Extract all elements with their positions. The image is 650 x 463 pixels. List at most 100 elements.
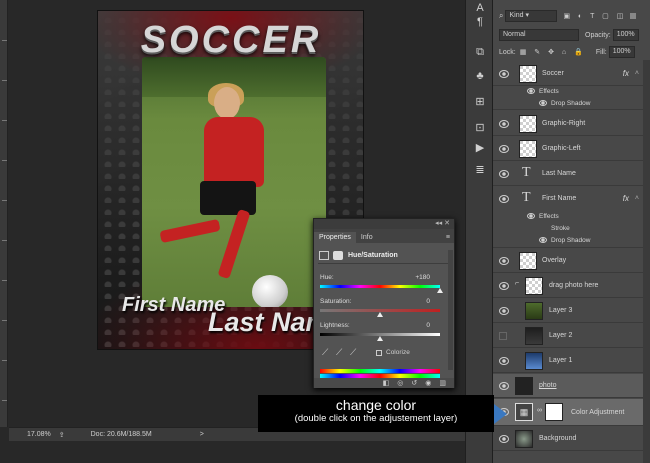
- panel-collapse-controls[interactable]: ◂◂ ✕: [314, 219, 454, 229]
- grid-icon[interactable]: ⊞: [472, 94, 488, 110]
- visibility-icon[interactable]: ◉: [425, 379, 431, 387]
- search-icon: ⌕: [499, 11, 504, 20]
- callout-title: change color: [335, 397, 417, 413]
- callout-subtitle: (double click on the adjustement layer): [294, 413, 458, 424]
- colorize-checkbox[interactable]: [376, 350, 382, 356]
- filter-icons[interactable]: ▣ ◐ T ▢ ◫: [563, 12, 626, 20]
- share-icon[interactable]: ⇪: [59, 431, 65, 439]
- hue-saturation-adjustment-icon[interactable]: ▦: [515, 403, 533, 421]
- eye-icon[interactable]: [499, 307, 509, 315]
- saturation-value[interactable]: 0: [426, 298, 430, 305]
- eye-icon[interactable]: [539, 100, 547, 106]
- drop-shadow-effect[interactable]: Drop Shadow: [493, 235, 643, 248]
- layer-graphic-right[interactable]: Graphic-Right: [493, 112, 643, 136]
- panel-menu-icon[interactable]: ≡: [441, 232, 454, 243]
- hidden-visibility-box[interactable]: [499, 332, 507, 340]
- hue-value[interactable]: +180: [415, 274, 430, 281]
- layer-2[interactable]: Layer 2: [493, 324, 643, 348]
- eye-icon[interactable]: [499, 170, 509, 178]
- drop-shadow-effect[interactable]: Drop Shadow: [493, 98, 643, 110]
- colorize-label: Colorize: [386, 349, 410, 356]
- soccer-photo: [142, 57, 326, 307]
- eye-icon[interactable]: [527, 213, 535, 219]
- adjustment-title: Hue/Saturation: [348, 252, 398, 259]
- soccer-title: SOCCER: [140, 19, 322, 61]
- layer-first-name[interactable]: T First Name fx ˄: [493, 187, 643, 211]
- eye-icon[interactable]: [499, 195, 509, 203]
- saturation-slider-thumb[interactable]: [377, 312, 383, 317]
- lock-icons[interactable]: ▦ ✎ ✥ ⌂ 🔒: [520, 48, 586, 56]
- layer-graphic-left[interactable]: Graphic-Left: [493, 137, 643, 161]
- eye-icon[interactable]: [499, 382, 509, 390]
- properties-scrollbar[interactable]: [448, 250, 453, 370]
- fill-input[interactable]: 100%: [608, 46, 635, 58]
- trash-icon[interactable]: ▥: [439, 379, 446, 387]
- kind-filter-select[interactable]: Kind ▾: [505, 10, 558, 22]
- properties-panel: ◂◂ ✕ Properties Info ≡ Hue/Saturation Hu…: [313, 218, 455, 388]
- layer-soccer[interactable]: Soccer fx ˄: [493, 62, 643, 86]
- eye-icon[interactable]: [499, 70, 509, 78]
- link-icon: ∞: [537, 407, 542, 414]
- lightness-value[interactable]: 0: [426, 322, 430, 329]
- play-actions-icon[interactable]: ▶: [472, 140, 488, 156]
- layers-panel: ⌕ Kind ▾ ▣ ◐ T ▢ ◫ Normal Opacity: 100% …: [493, 0, 650, 463]
- layer-1[interactable]: Layer 1: [493, 349, 643, 373]
- layer-photo[interactable]: photo: [493, 374, 643, 398]
- eye-icon[interactable]: [539, 237, 547, 243]
- lightness-label: Lightness:: [320, 322, 350, 329]
- color-spectrum-bar: [320, 369, 440, 373]
- layer-color-adjustment[interactable]: ▦ ∞ Color Adjustment: [493, 399, 643, 426]
- document-window: SOCCER First Name Last Nam ◂◂ ✕ Properti…: [0, 0, 465, 463]
- lightness-slider-thumb[interactable]: [377, 336, 383, 341]
- zoom-level[interactable]: 17.08%: [27, 431, 51, 438]
- paragraph-panel-icon[interactable]: ¶: [472, 14, 488, 30]
- eyedropper-minus-icon[interactable]: ⟋: [350, 347, 356, 358]
- callout-arrow: [494, 404, 507, 424]
- doc-size[interactable]: Doc: 20.6M/188.5M: [91, 431, 152, 438]
- layer-last-name[interactable]: T Last Name: [493, 162, 643, 186]
- tab-info[interactable]: Info: [356, 232, 378, 243]
- eye-icon[interactable]: [499, 282, 509, 290]
- layer-mask-thumbnail[interactable]: [545, 403, 563, 421]
- reset-icon[interactable]: ↺: [411, 379, 417, 387]
- eye-icon[interactable]: [499, 357, 509, 365]
- hue-label: Hue:: [320, 274, 334, 281]
- chevron-up-icon[interactable]: ˄: [635, 70, 639, 77]
- last-name-text: Last Nam: [208, 307, 330, 337]
- eye-icon[interactable]: [527, 88, 535, 94]
- brush-presets-icon[interactable]: ♣: [472, 68, 488, 84]
- clone-source-icon[interactable]: ⧉: [472, 44, 488, 60]
- eye-icon[interactable]: [499, 435, 509, 443]
- filter-toggle[interactable]: [630, 13, 637, 19]
- layer-3[interactable]: Layer 3: [493, 299, 643, 323]
- layer-comps-icon[interactable]: ≣: [472, 162, 488, 178]
- effects-row[interactable]: Effects: [493, 86, 643, 98]
- tool-presets-icon[interactable]: ⊡: [472, 120, 488, 136]
- stroke-effect[interactable]: Stroke: [493, 223, 643, 235]
- layer-background[interactable]: Background: [493, 427, 643, 451]
- fx-icon[interactable]: fx: [623, 194, 629, 203]
- eye-icon[interactable]: [499, 120, 509, 128]
- status-menu-arrow[interactable]: >: [200, 431, 204, 438]
- layer-drag-photo-here[interactable]: ⌐ drag photo here: [493, 274, 643, 298]
- eye-icon[interactable]: [499, 145, 509, 153]
- blend-mode-select[interactable]: Normal: [499, 29, 579, 41]
- eyedropper-icon[interactable]: ⟋: [322, 347, 328, 358]
- layer-overlay[interactable]: Overlay: [493, 249, 643, 273]
- fx-icon[interactable]: fx: [623, 69, 629, 78]
- tab-properties[interactable]: Properties: [314, 232, 356, 243]
- effects-row[interactable]: Effects: [493, 211, 643, 223]
- view-previous-icon[interactable]: ◎: [397, 379, 403, 387]
- opacity-label: Opacity:: [585, 31, 611, 39]
- eye-icon[interactable]: [499, 257, 509, 265]
- saturation-label: Saturation:: [320, 298, 352, 305]
- eyedropper-plus-icon[interactable]: ⟋: [336, 347, 342, 358]
- mask-icon[interactable]: [333, 251, 343, 260]
- hue-slider[interactable]: [320, 285, 440, 288]
- chevron-up-icon[interactable]: ˄: [635, 195, 639, 202]
- opacity-input[interactable]: 100%: [612, 29, 639, 41]
- layers-scrollbar[interactable]: [643, 60, 650, 463]
- clip-to-layer-icon[interactable]: ◧: [383, 379, 390, 387]
- hue-slider-thumb[interactable]: [437, 288, 443, 293]
- instruction-callout: change color (double click on the adjust…: [258, 395, 494, 432]
